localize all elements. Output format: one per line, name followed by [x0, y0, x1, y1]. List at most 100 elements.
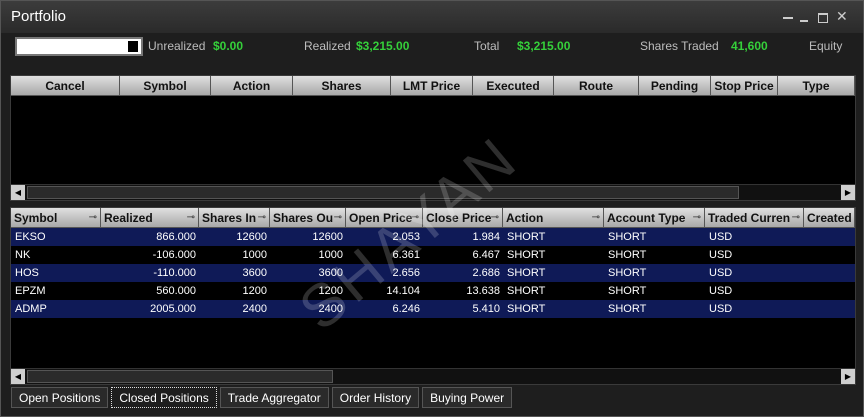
cell-action: SHORT [507, 285, 546, 297]
positions-col-header[interactable]: Account Type ⊸ [604, 208, 705, 228]
cell-currency: USD [709, 267, 733, 279]
cell-shares-in: 1000 [242, 249, 267, 261]
tab-closed-positions[interactable]: Closed Positions [111, 387, 217, 408]
total-value: $3,215.00 [517, 39, 571, 53]
orders-header: Cancel Symbol Action Shares LMT Price Ex… [11, 76, 855, 96]
cell-close-price: 2.686 [472, 267, 500, 279]
pin-icon[interactable]: ⊸ [258, 208, 266, 227]
scroll-right-icon[interactable]: ▶ [841, 185, 855, 200]
cell-account-type: SHORT [608, 303, 647, 315]
pin-icon[interactable]: ⊸ [491, 208, 499, 227]
cell-close-price: 5.410 [472, 303, 500, 315]
col-label: Open Price [349, 211, 413, 225]
col-label: Account Type [607, 211, 686, 225]
cell-realized: 560.000 [156, 285, 196, 297]
cell-account-type: SHORT [608, 231, 647, 243]
col-label: Created [807, 211, 852, 225]
positions-col-header[interactable]: Shares In ⊸ [199, 208, 270, 228]
pin-icon[interactable]: ⊸ [592, 208, 600, 227]
cell-currency: USD [709, 285, 733, 297]
shares-traded-value: 41,600 [731, 39, 768, 53]
minimize-icon[interactable] [799, 10, 813, 24]
pin-icon[interactable]: ⊸ [411, 208, 419, 227]
close-icon[interactable]: ✕ [836, 9, 850, 23]
cell-realized: 2005.000 [150, 303, 196, 315]
tab-order-history[interactable]: Order History [331, 387, 420, 408]
pin-icon[interactable]: ⊸ [89, 208, 97, 227]
positions-col-header[interactable]: Realized ⊸ [101, 208, 199, 228]
scroll-left-icon[interactable]: ◀ [11, 185, 25, 200]
tab-open-positions[interactable]: Open Positions [11, 387, 109, 408]
orders-grid: Cancel Symbol Action Shares LMT Price Ex… [10, 75, 856, 201]
orders-col-header[interactable]: Cancel [11, 76, 120, 96]
orders-col-header[interactable]: Route [554, 76, 639, 96]
positions-col-header[interactable]: Shares Ou ⊸ [270, 208, 346, 228]
positions-col-header[interactable]: Created [804, 208, 855, 228]
pin-icon[interactable]: ⊸ [187, 208, 195, 227]
cell-action: SHORT [507, 249, 546, 261]
cell-symbol: ADMP [15, 303, 47, 315]
scroll-left-icon[interactable]: ◀ [11, 369, 25, 384]
cell-shares-out: 1000 [318, 249, 343, 261]
positions-col-header[interactable]: Traded Curren ⊸ [705, 208, 804, 228]
orders-col-header[interactable]: Type [778, 76, 855, 96]
positions-col-header[interactable]: Close Price ⊸ [423, 208, 503, 228]
orders-col-header[interactable]: LMT Price [391, 76, 473, 96]
positions-col-header[interactable]: Symbol ⊸ [11, 208, 101, 228]
pin-icon[interactable]: ⊸ [792, 208, 800, 227]
col-label: Action [506, 211, 544, 225]
orders-col-header[interactable]: Executed [473, 76, 554, 96]
orders-col-header[interactable]: Pending [639, 76, 711, 96]
orders-horizontal-scrollbar[interactable]: ◀ ▶ [11, 184, 855, 200]
cell-action: SHORT [507, 267, 546, 279]
cell-open-price: 2.656 [392, 267, 420, 279]
col-label: Symbol [14, 211, 58, 225]
cell-open-price: 6.246 [392, 303, 420, 315]
col-label: Close Price [426, 211, 492, 225]
cell-open-price: 14.104 [386, 285, 420, 297]
bottom-tab-bar: Open Positions Closed Positions Trade Ag… [11, 387, 515, 409]
tab-trade-aggregator[interactable]: Trade Aggregator [219, 387, 329, 408]
portfolio-window: Portfolio ✕ Unrealized $0.00 Realized $3… [0, 0, 864, 417]
table-row[interactable]: HOS -110.000 3600 3600 2.656 2.686 SHORT… [11, 264, 855, 282]
cell-close-price: 6.467 [472, 249, 500, 261]
cell-open-price: 6.361 [392, 249, 420, 261]
total-label: Total [474, 39, 500, 53]
table-row[interactable]: NK -106.000 1000 1000 6.361 6.467 SHORT … [11, 246, 855, 264]
orders-col-header[interactable]: Action [211, 76, 293, 96]
tab-buying-power[interactable]: Buying Power [422, 387, 513, 408]
pin-icon[interactable] [782, 10, 796, 24]
pin-icon[interactable]: ⊸ [693, 208, 701, 227]
realized-label: Realized [304, 39, 351, 53]
orders-col-header[interactable]: Symbol [120, 76, 211, 96]
cell-realized: -110.000 [153, 267, 196, 279]
equity-label: Equity [809, 39, 843, 53]
cell-close-price: 1.984 [472, 231, 500, 243]
cell-shares-in: 2400 [242, 303, 267, 315]
summary-bar: Unrealized $0.00 Realized $3,215.00 Tota… [1, 33, 863, 59]
scrollbar-thumb[interactable] [27, 186, 739, 199]
positions-horizontal-scrollbar[interactable]: ◀ ▶ [11, 368, 855, 384]
unrealized-value: $0.00 [213, 39, 244, 53]
table-row[interactable]: EKSO 866.000 12600 12600 2.053 1.984 SHO… [11, 228, 855, 246]
table-row[interactable]: EPZM 560.000 1200 1200 14.104 13.638 SHO… [11, 282, 855, 300]
cell-realized: -106.000 [152, 249, 196, 261]
cell-shares-in: 12600 [236, 231, 267, 243]
scroll-right-icon[interactable]: ▶ [841, 369, 855, 384]
cell-close-price: 13.638 [466, 285, 500, 297]
scrollbar-thumb[interactable] [27, 370, 333, 383]
col-label: Realized [104, 211, 153, 225]
maximize-icon[interactable] [816, 10, 830, 24]
col-label: Shares In [202, 211, 257, 225]
unrealized-label: Unrealized [148, 39, 206, 53]
chevron-down-icon[interactable] [128, 41, 138, 52]
table-row[interactable]: ADMP 2005.000 2400 2400 6.246 5.410 SHOR… [11, 300, 855, 318]
account-select[interactable] [15, 37, 143, 56]
positions-col-header[interactable]: Action ⊸ [503, 208, 604, 228]
orders-col-header[interactable]: Shares [293, 76, 391, 96]
pin-icon[interactable]: ⊸ [334, 208, 342, 227]
cell-action: SHORT [507, 231, 546, 243]
positions-header: Symbol ⊸ Realized ⊸ Shares In ⊸ Shares Ou ⊸ … [11, 208, 855, 228]
positions-col-header[interactable]: Open Price ⊸ [346, 208, 423, 228]
orders-col-header[interactable]: Stop Price [711, 76, 778, 96]
